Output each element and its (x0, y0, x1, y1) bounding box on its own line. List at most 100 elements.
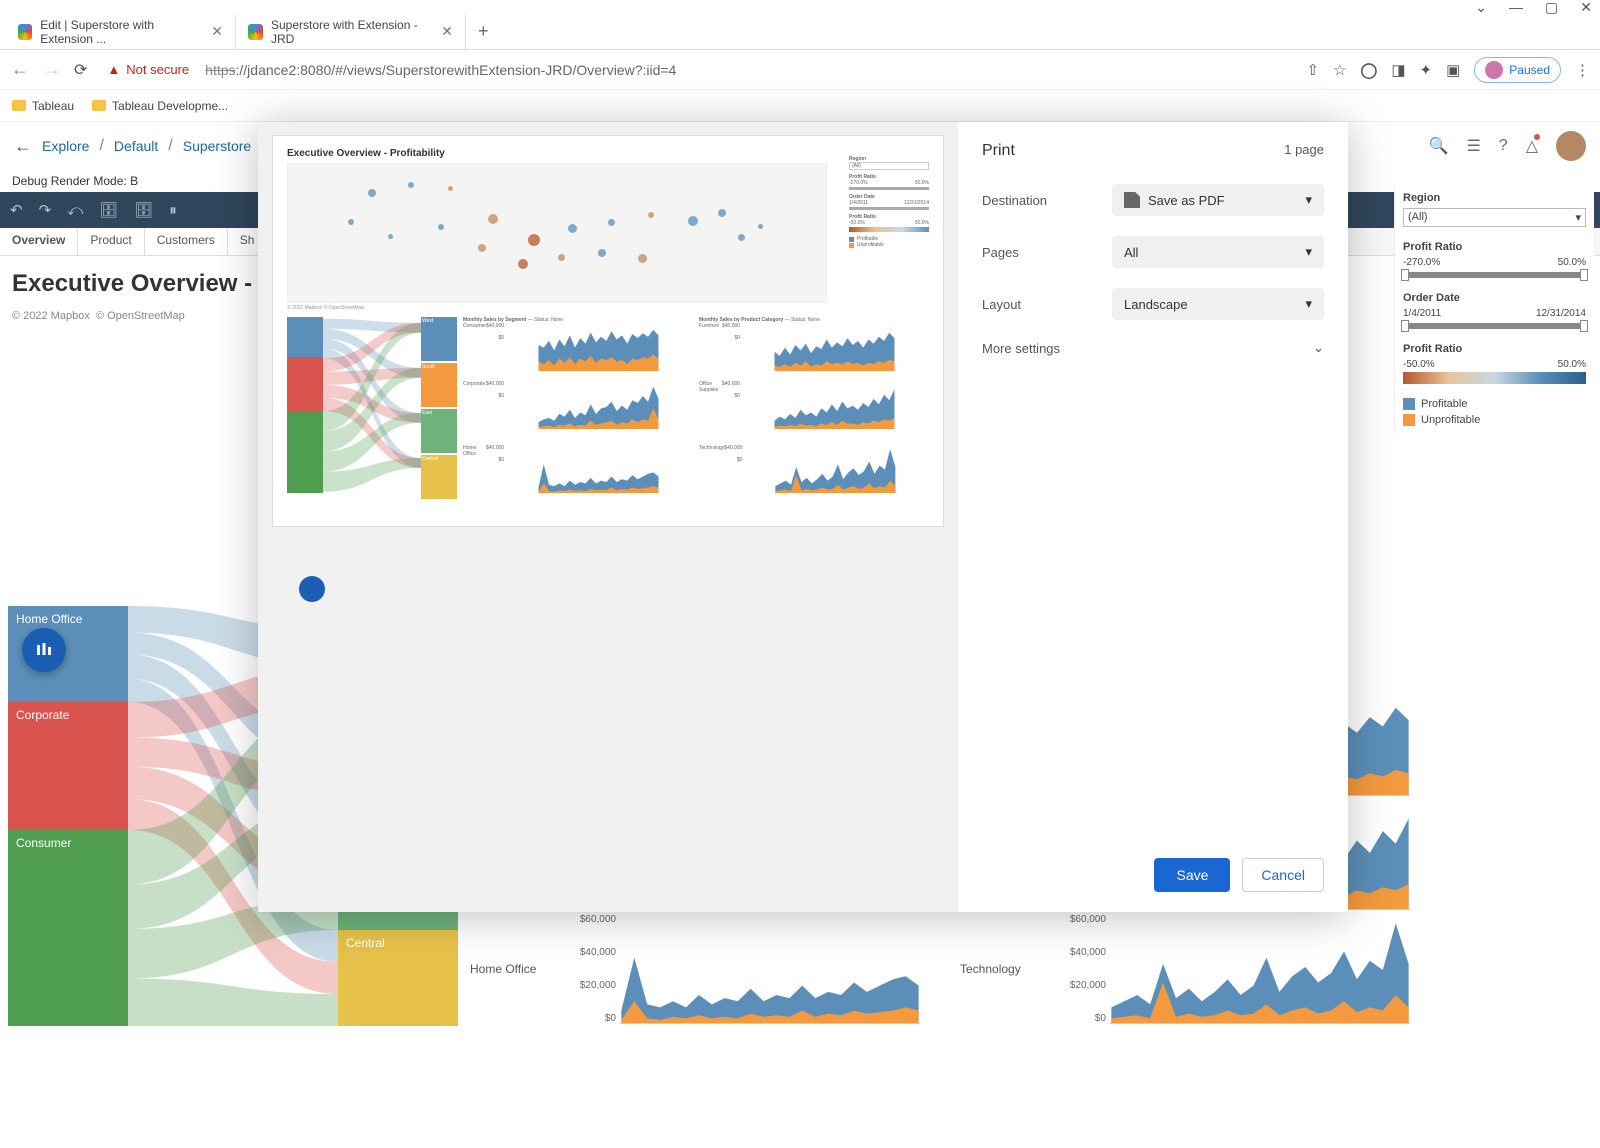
puzzle-icon[interactable]: ✦ (1420, 61, 1433, 79)
folder-icon (12, 100, 26, 111)
folder-icon (92, 100, 106, 111)
chevron-down-icon[interactable]: ⌄ (1475, 0, 1487, 16)
breadcrumb-explore[interactable]: Explore (42, 138, 89, 154)
maximize-icon[interactable]: ▢ (1545, 0, 1558, 16)
tab-close-icon[interactable]: ✕ (211, 23, 223, 40)
area-row[interactable]: Home Office$60,000$40,000$20,000$0 (470, 914, 920, 1024)
more-settings-toggle[interactable]: More settings ⌄ (982, 340, 1324, 356)
order-slider[interactable] (1403, 323, 1586, 329)
search-icon[interactable]: 🔍 (1429, 136, 1449, 156)
browser-tab[interactable]: Edit | Superstore with Extension ... ✕ (6, 15, 236, 49)
ratio-max: 50.0% (1558, 257, 1586, 268)
filter-ratio-title: Profit Ratio (1403, 241, 1586, 253)
tab-product[interactable]: Product (78, 228, 144, 255)
print-settings-panel: Print 1 page Destination Save as PDF ▾ P… (958, 122, 1348, 912)
bookmark-star-icon[interactable]: ☆ (1333, 61, 1346, 79)
print-page-count: 1 page (1284, 142, 1324, 160)
url-protocol: https (205, 62, 235, 78)
chevron-down-icon: ⌄ (1313, 340, 1324, 356)
paused-label: Paused (1509, 63, 1550, 77)
address-bar: ← → ⟳ ▲ Not secure https://jdance2:8080/… (0, 50, 1600, 90)
pause-icon[interactable]: ⏸ (169, 202, 177, 219)
legend-swatch (1403, 414, 1415, 426)
preview-sankey: WestSouthEastCentral (287, 317, 457, 507)
not-secure-label: Not secure (126, 62, 189, 77)
ratio-slider[interactable] (1403, 272, 1586, 278)
notifications-icon[interactable]: △ (1526, 136, 1538, 156)
back-arrow-icon[interactable]: ← (14, 136, 32, 157)
filter-order-title: Order Date (1403, 292, 1586, 304)
ratio-gradient (1403, 372, 1586, 384)
chevron-down-icon: ▾ (1305, 296, 1312, 312)
warning-icon: ▲ (107, 62, 120, 77)
more-label: More settings (982, 341, 1060, 356)
legend-label: Unprofitable (1421, 414, 1480, 426)
save-button[interactable]: Save (1154, 858, 1230, 892)
clipboard-icon[interactable]: ☰ (1466, 136, 1480, 156)
preview-page: Executive Overview - Profitability Regio… (273, 136, 943, 526)
filter-region-title: Region (1403, 192, 1586, 204)
preview-charts: Monthly Sales by Segment — Status: NoneC… (463, 317, 929, 507)
url-field[interactable]: https://jdance2:8080/#/views/Superstorew… (201, 62, 1294, 78)
bookmark-label: Tableau Developme... (112, 99, 228, 113)
db-icon[interactable]: 🗄 (99, 201, 118, 219)
extension-icon[interactable]: ◨ (1391, 61, 1405, 79)
db2-icon[interactable]: 🗄 (134, 201, 153, 219)
user-avatar[interactable] (1556, 131, 1586, 161)
tab-title: Superstore with Extension - JRD (271, 18, 433, 46)
chevron-down-icon: ▾ (1305, 192, 1312, 208)
print-title: Print (982, 142, 1015, 160)
preview-legend: Region (All) Profit Ratio -270.0%50.0% O… (849, 156, 929, 248)
tab-favicon-icon (18, 24, 32, 40)
minimize-icon[interactable]: — (1509, 0, 1523, 15)
tab-close-icon[interactable]: ✕ (441, 23, 453, 40)
circle-icon[interactable]: ◯ (1361, 61, 1378, 79)
tab-customers[interactable]: Customers (145, 228, 228, 255)
filter-region-select[interactable]: (All)▾ (1403, 208, 1586, 227)
pages-select[interactable]: All ▾ (1112, 236, 1324, 268)
layout-select[interactable]: Landscape ▾ (1112, 288, 1324, 320)
revert-icon[interactable]: ⤺ (67, 202, 83, 219)
security-indicator[interactable]: ▲ Not secure (107, 62, 189, 77)
cancel-button[interactable]: Cancel (1242, 858, 1324, 892)
close-icon[interactable]: ✕ (1580, 0, 1592, 16)
area-label: Technology (960, 962, 1060, 976)
undo-icon[interactable]: ↶ (10, 201, 23, 219)
bookmark-label: Tableau (32, 99, 74, 113)
filter-panel: Region (All)▾ Profit Ratio -270.0%50.0% … (1394, 184, 1594, 434)
order-min: 1/4/2011 (1403, 308, 1441, 319)
share-page-icon[interactable]: ⇧ (1307, 61, 1320, 79)
tab-favicon-icon (248, 24, 263, 40)
breadcrumb-default[interactable]: Default (114, 138, 158, 154)
bookmark-item[interactable]: Tableau Developme... (92, 99, 228, 113)
destination-label: Destination (982, 193, 1112, 208)
bookmark-item[interactable]: Tableau (12, 99, 74, 113)
redo-icon[interactable]: ↷ (39, 201, 52, 219)
pages-value: All (1124, 245, 1138, 260)
browser-tab-active[interactable]: Superstore with Extension - JRD ✕ (236, 15, 466, 49)
assistant-fab[interactable] (22, 628, 66, 672)
legend-unprofitable[interactable]: Unprofitable (1403, 414, 1586, 426)
legend-label: Profitable (1421, 398, 1467, 410)
ratio-min: -270.0% (1403, 257, 1440, 268)
profile-paused-pill[interactable]: Paused (1474, 57, 1561, 83)
preview-fab-icon (299, 576, 325, 602)
new-tab-button[interactable]: + (466, 21, 501, 42)
destination-select[interactable]: Save as PDF ▾ (1112, 184, 1324, 216)
area-yaxis: $60,000$40,000$20,000$0 (570, 914, 620, 1024)
tab-overview[interactable]: Overview (0, 228, 78, 255)
help-icon[interactable]: ? (1499, 137, 1508, 155)
forward-icon[interactable]: → (42, 59, 62, 80)
area-row[interactable]: Technology$60,000$40,000$20,000$0 (960, 914, 1410, 1024)
kebab-menu-icon[interactable]: ⋮ (1575, 61, 1590, 79)
profile-avatar-icon (1485, 61, 1503, 79)
legend-profitable[interactable]: Profitable (1403, 398, 1586, 410)
print-preview-pane: Executive Overview - Profitability Regio… (258, 122, 958, 912)
url-rest: ://jdance2:8080/#/views/SuperstorewithEx… (236, 62, 677, 78)
order-max: 12/31/2014 (1536, 308, 1586, 319)
device-icon[interactable]: ▣ (1446, 61, 1460, 79)
reload-icon[interactable]: ⟳ (74, 60, 87, 80)
breadcrumb-superstore[interactable]: Superstore (183, 138, 251, 154)
area-label: Home Office (470, 962, 570, 976)
back-icon[interactable]: ← (10, 59, 30, 80)
